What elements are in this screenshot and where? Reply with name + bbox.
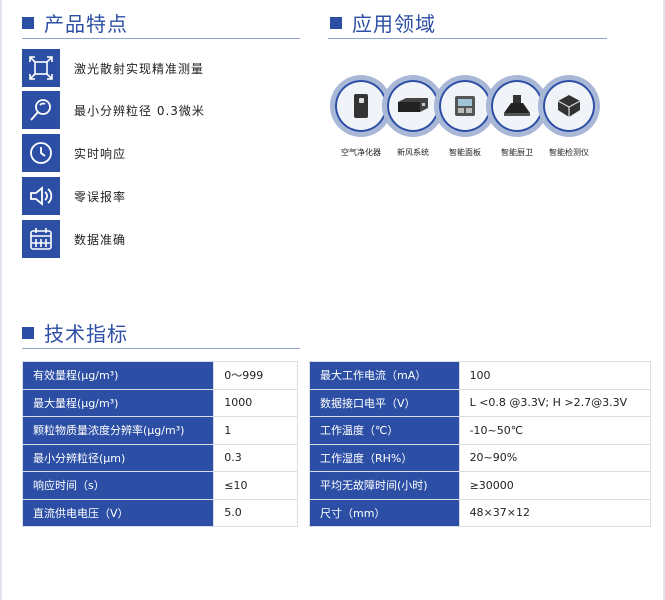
table-row: 工作湿度（RH%） 20~90% [309, 443, 652, 472]
spec-table-left: 有效量程(μg/m³) 0～999 最大量程(μg/m³) 1000 颗粒物质量浓度… [21, 361, 298, 527]
table-row: 最小分辨粒径(μm) 0.3 [21, 443, 298, 472]
title-square-icon [330, 16, 342, 29]
title-square-icon [22, 326, 34, 339]
table-row: 平均无故障时间(小时) ≥30000 [309, 471, 652, 500]
specs-divider [22, 348, 300, 349]
fullscreen-icon [22, 49, 60, 87]
smart-panel-icon [455, 96, 475, 116]
calendar-icon [22, 220, 60, 258]
range-hood-icon [504, 95, 530, 116]
applications-divider [328, 38, 607, 39]
page-border-left [0, 0, 2, 600]
magnifier-icon [22, 91, 60, 129]
air-purifier-icon [354, 94, 368, 118]
feature-label: 最小分辨粒径 0.3微米 [74, 103, 205, 118]
features-section-title: 产品特点 [22, 8, 128, 37]
feature-label: 实时响应 [74, 146, 127, 161]
features-divider [22, 38, 300, 39]
table-row: 工作温度（℃） -10~50℃ [309, 416, 652, 445]
table-row: 颗粒物质量浓度分辨率(μg/m³) 1 [21, 416, 298, 445]
detector-icon [557, 95, 581, 117]
table-row: 响应时间（s） ≤10 [21, 471, 298, 500]
application-label: 智能检测仪 [549, 148, 589, 157]
table-row: 最大量程(μg/m³) 1000 [21, 388, 298, 417]
feature-item-min-particle: 最小分辨粒径 0.3微米 [22, 91, 302, 129]
applications-row: 空气净化器 新风系统 智能面板 智能厨卫 智能检测仪 [330, 75, 600, 157]
feature-item-zero-false-alarm: 零误报率 [22, 177, 302, 215]
table-row: 直流供电电压（V） 5.0 [21, 498, 298, 527]
fresh-air-unit-icon [398, 98, 428, 112]
feature-label: 数据准确 [74, 232, 127, 247]
speaker-icon [22, 177, 60, 215]
spec-table-right: 最大工作电流（mA） 100 数据接口电平（V） L <0.8 @3.3V; H >… [309, 361, 652, 527]
feature-item-accurate: 数据准确 [22, 220, 302, 258]
specs-section-title: 技术指标 [22, 318, 128, 347]
feature-item-precision: 激光散射实现精准测量 [22, 49, 302, 87]
clock-icon [22, 134, 60, 172]
table-row: 数据接口电平（V） L <0.8 @3.3V; H >2.7@3.3V [309, 388, 652, 417]
title-square-icon [22, 16, 34, 29]
application-detector [538, 75, 600, 137]
feature-label: 激光散射实现精准测量 [74, 61, 205, 76]
feature-item-realtime: 实时响应 [22, 134, 302, 172]
table-row: 尺寸（mm） 48×37×12 [309, 498, 652, 527]
applications-section-title: 应用领域 [330, 8, 436, 37]
feature-label: 零误报率 [74, 189, 127, 204]
table-row: 有效量程(μg/m³) 0～999 [21, 361, 298, 390]
table-row: 最大工作电流（mA） 100 [309, 361, 652, 390]
